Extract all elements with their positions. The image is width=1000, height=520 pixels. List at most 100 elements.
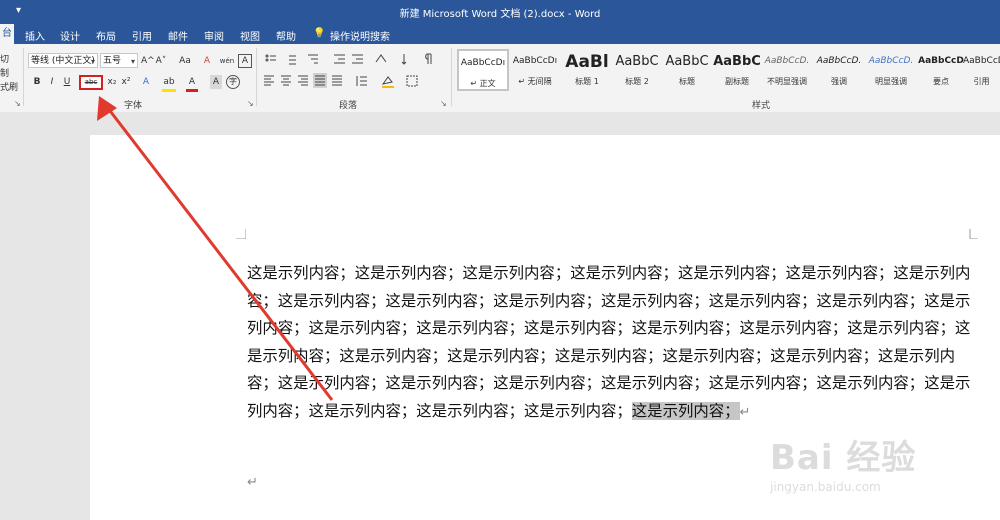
char-border-button[interactable]: A — [238, 54, 252, 68]
superscript-button[interactable]: x² — [120, 75, 132, 89]
numbering-icon — [289, 55, 296, 65]
style-name: 要点 — [933, 77, 949, 86]
increase-indent-icon — [352, 54, 363, 64]
sort-icon — [401, 54, 407, 65]
phonetic-guide-button[interactable]: wén — [219, 54, 235, 68]
tab-home[interactable]: 台 — [0, 24, 14, 44]
style-sample: AaBbCcD — [963, 56, 1000, 66]
watermark-sub: jingyan.baidu.com — [770, 480, 881, 494]
char-shading-button[interactable]: A — [210, 75, 222, 89]
style-sample: AaBbC — [713, 54, 761, 69]
divider — [451, 48, 452, 106]
font-size-select[interactable]: 五号 ▾ — [100, 53, 138, 68]
strikethrough-label: abc — [84, 78, 98, 86]
tab-references[interactable]: 引用 — [132, 28, 152, 43]
tab-view[interactable]: 视图 — [240, 28, 260, 43]
style-sample: AaBbC — [665, 54, 709, 69]
tab-insert[interactable]: 插入 — [25, 28, 45, 43]
show-marks-icon — [425, 53, 432, 64]
tab-help[interactable]: 帮助 — [276, 28, 296, 43]
baidu-jingyan-watermark: Bai 经验 jingyan.baidu.com — [770, 430, 970, 510]
style-heading-2[interactable]: AaBbC 标题 2 — [611, 49, 663, 91]
title-bar: ▾ 新建 Microsoft Word 文档 (2).docx - Word — [0, 0, 1000, 24]
style-title[interactable]: AaBbC 标题 — [661, 49, 713, 91]
font-name-select[interactable]: 等线 (中文正文) ▾ — [28, 53, 98, 68]
style-emphasis[interactable]: AaBbCcD. 强调 — [813, 49, 865, 91]
paragraph-launcher-icon[interactable]: ↘ — [440, 99, 447, 108]
shading-icon — [381, 76, 394, 88]
style-sample: AaBbCcDı — [512, 56, 558, 66]
justify-icon — [313, 73, 327, 88]
font-size-value: 五号 — [103, 56, 122, 66]
style-intense-emphasis[interactable]: AaBbCcD. 明显强调 — [865, 49, 917, 91]
style-name: 标题 — [679, 77, 695, 86]
text-effects-button[interactable]: A — [140, 75, 152, 89]
styles-gallery: AaBbCcDı ↵ 正文 AaBbCcDı ↵ 无间隔 AaBl 标题 1 A… — [455, 49, 1000, 91]
decrease-indent-icon — [334, 54, 345, 64]
style-name: 明显强调 — [875, 77, 907, 86]
document-paragraph[interactable]: 这是示列内容；这是示列内容；这是示列内容；这是示列内容；这是示列内容；这是示列内… — [247, 260, 972, 427]
paragraph-text: 这是示列内容；这是示列内容；这是示列内容；这是示列内容；这是示列内容；这是示列内… — [247, 264, 971, 420]
cut-label[interactable]: 切 — [0, 52, 9, 65]
style-sample: AaBbC — [615, 54, 659, 69]
style-sample: AaBbCcD — [918, 56, 964, 66]
styles-group-label: 样式 — [752, 101, 771, 111]
style-sample: AaBbCcD. — [816, 56, 862, 66]
style-name: 引用 — [973, 77, 990, 86]
change-case-button[interactable]: Aa — [176, 54, 194, 68]
style-name: 标题 1 — [575, 77, 599, 86]
clear-format-button[interactable]: A — [200, 54, 214, 68]
margin-corner-mark — [236, 229, 246, 239]
line-spacing-icon — [356, 76, 367, 86]
font-group-label: 字体 — [124, 101, 143, 111]
style-no-spacing[interactable]: AaBbCcDı ↵ 无间隔 — [509, 49, 561, 91]
style-name: 副标题 — [725, 77, 749, 86]
font-color-button[interactable]: A — [186, 75, 198, 92]
tell-me-search[interactable]: 操作说明搜索 — [330, 28, 390, 43]
enclose-char-button[interactable]: 字 — [226, 75, 240, 89]
style-name: 强调 — [831, 77, 847, 86]
borders-icon — [406, 75, 418, 87]
style-strong[interactable]: AaBbCcD 要点 — [915, 49, 967, 91]
tab-review[interactable]: 审阅 — [204, 28, 224, 43]
clipboard-launcher-icon[interactable]: ↘ — [14, 99, 21, 108]
strikethrough-button[interactable]: abc — [79, 75, 103, 90]
tab-design[interactable]: 设计 — [60, 28, 80, 43]
paragraph-group-label: 段落 — [339, 101, 358, 111]
style-subtitle[interactable]: AaBbC 副标题 — [711, 49, 763, 91]
chevron-down-icon: ▾ — [90, 57, 95, 66]
style-normal[interactable]: AaBbCcDı ↵ 正文 — [457, 49, 509, 91]
style-heading-1[interactable]: AaBl 标题 1 — [561, 49, 613, 91]
align-right-icon — [298, 75, 308, 86]
ribbon-tabs: 台 插入 设计 布局 引用 邮件 审阅 视图 帮助 💡 操作说明搜索 — [0, 24, 1000, 44]
tab-layout[interactable]: 布局 — [96, 28, 116, 43]
underline-button[interactable]: U — [61, 75, 73, 89]
format-painter-label[interactable]: 式刷 — [0, 80, 18, 93]
watermark-main: Bai 经验 — [770, 438, 917, 478]
distributed-icon — [332, 75, 342, 86]
bold-button[interactable]: B — [31, 75, 43, 89]
window-title: 新建 Microsoft Word 文档 (2).docx - Word — [399, 9, 601, 20]
subscript-button[interactable]: x₂ — [106, 75, 118, 89]
selected-text: 这是示列内容； — [631, 401, 740, 420]
font-launcher-icon[interactable]: ↘ — [247, 99, 254, 108]
align-center-icon — [281, 75, 291, 86]
copy-label[interactable]: 制 — [0, 66, 9, 79]
style-quote[interactable]: AaBbCcD 引用 — [963, 49, 1000, 91]
style-subtle-emphasis[interactable]: AaBbCcD. 不明显强调 — [761, 49, 813, 91]
align-left-icon — [264, 75, 274, 86]
grow-font-button[interactable]: A^ — [141, 54, 155, 68]
tab-mailings[interactable]: 邮件 — [168, 28, 188, 43]
italic-button[interactable]: I — [46, 75, 58, 89]
font-name-value: 等线 (中文正文) — [31, 56, 95, 66]
style-sample: AaBbCcDı — [460, 58, 506, 68]
asian-layout-icon — [375, 54, 387, 63]
divider — [23, 48, 24, 106]
paragraph-mark: ↵ — [739, 404, 751, 420]
highlight-button[interactable]: ab — [162, 75, 176, 92]
shrink-font-button[interactable]: A˅ — [155, 54, 167, 68]
paragraph-toolbar — [264, 53, 432, 88]
bullets-icon — [265, 54, 276, 62]
empty-paragraph-mark: ↵ — [247, 475, 258, 490]
lightbulb-icon: 💡 — [313, 28, 326, 39]
